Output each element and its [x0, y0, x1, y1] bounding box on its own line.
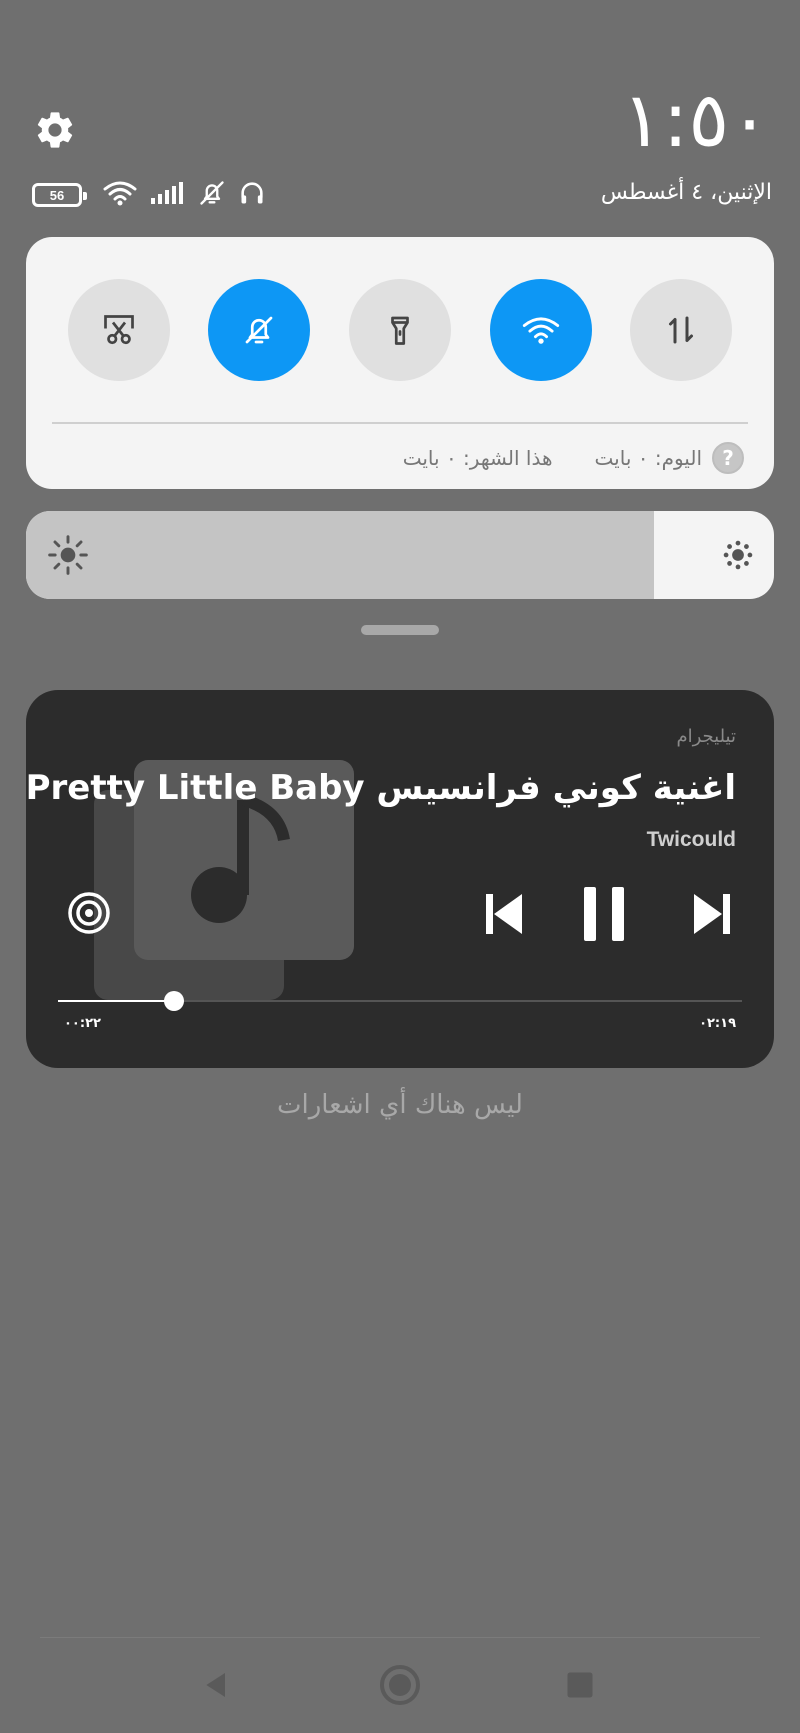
seek-bar-thumb[interactable] — [164, 991, 185, 1011]
skip-next-icon — [694, 894, 730, 934]
pause-icon — [584, 887, 624, 941]
skip-previous-icon — [486, 894, 522, 934]
wifi-icon — [522, 317, 560, 344]
battery-icon: 56 — [32, 183, 87, 207]
recents-button[interactable] — [555, 1660, 605, 1710]
notification-shade: ١:٥٠ 56 الإثنين، ٤ أغسطس ? اليوم: ٠ بايت… — [0, 0, 800, 1733]
signal-icon — [150, 180, 186, 210]
mobile-data-tile[interactable] — [630, 279, 732, 381]
brightness-low-sun-icon — [48, 535, 88, 575]
elapsed-time: ٠٠:٢٢ — [64, 1016, 101, 1031]
data-today: ? اليوم: ٠ بايت — [595, 442, 744, 474]
status-icons: 56 — [32, 178, 266, 212]
help-icon[interactable]: ? — [712, 442, 744, 474]
media-player-card[interactable]: تيليجرام اغنية كوني فرانسيس Pretty Littl… — [26, 690, 774, 1068]
do-not-disturb-tile[interactable] — [208, 279, 310, 381]
recents-square-icon — [567, 1672, 593, 1698]
screenshot-scissors-icon — [104, 315, 134, 345]
battery-level: 56 — [49, 187, 65, 203]
nav-divider — [40, 1637, 760, 1638]
clock[interactable]: ١:٥٠ — [622, 78, 770, 162]
drag-handle[interactable] — [361, 625, 439, 635]
media-app-name: تيليجرام — [676, 726, 736, 747]
next-track-button[interactable] — [690, 890, 734, 938]
back-button[interactable] — [192, 1660, 242, 1710]
pause-button[interactable] — [582, 886, 626, 942]
data-transfer-arrows-icon — [669, 316, 693, 344]
total-duration: ٠٢:١٩ — [699, 1016, 736, 1031]
seek-bar-progress — [58, 1000, 175, 1002]
seek-bar[interactable] — [58, 991, 742, 1011]
data-usage-row[interactable]: ? اليوم: ٠ بايت هذا الشهر: ٠ بايت — [403, 441, 744, 475]
bell-off-icon — [198, 179, 226, 211]
brightness-fill — [26, 511, 655, 599]
home-circle-icon — [380, 1665, 420, 1705]
home-button[interactable] — [375, 1660, 425, 1710]
data-today-label: اليوم: ٠ بايت — [594, 446, 702, 470]
wifi-status-icon — [102, 179, 138, 211]
media-title: اغنية كوني فرانسيس Pretty Little Baby م.… — [26, 768, 736, 808]
brightness-auto-sun-icon — [723, 540, 753, 570]
brightness-slider[interactable] — [26, 511, 774, 599]
bell-off-icon — [245, 316, 273, 344]
empty-notifications-text: ليس هناك أي اشعارات — [277, 1090, 523, 1120]
flashlight-icon — [391, 316, 409, 345]
settings-gear-icon[interactable] — [33, 108, 77, 152]
date-label[interactable]: الإثنين، ٤ أغسطس — [601, 180, 772, 205]
output-device-icon[interactable] — [66, 890, 112, 936]
wifi-tile[interactable] — [490, 279, 592, 381]
back-triangle-icon — [206, 1673, 225, 1697]
flashlight-tile[interactable] — [349, 279, 451, 381]
media-artist: Twicould — [646, 828, 736, 851]
qs-divider — [52, 422, 748, 424]
quick-settings-panel: ? اليوم: ٠ بايت هذا الشهر: ٠ بايت — [26, 237, 774, 489]
headphones-icon — [238, 179, 266, 211]
screenshot-tile[interactable] — [68, 279, 170, 381]
previous-track-button[interactable] — [482, 890, 526, 938]
data-month-label: هذا الشهر: ٠ بايت — [402, 446, 553, 470]
